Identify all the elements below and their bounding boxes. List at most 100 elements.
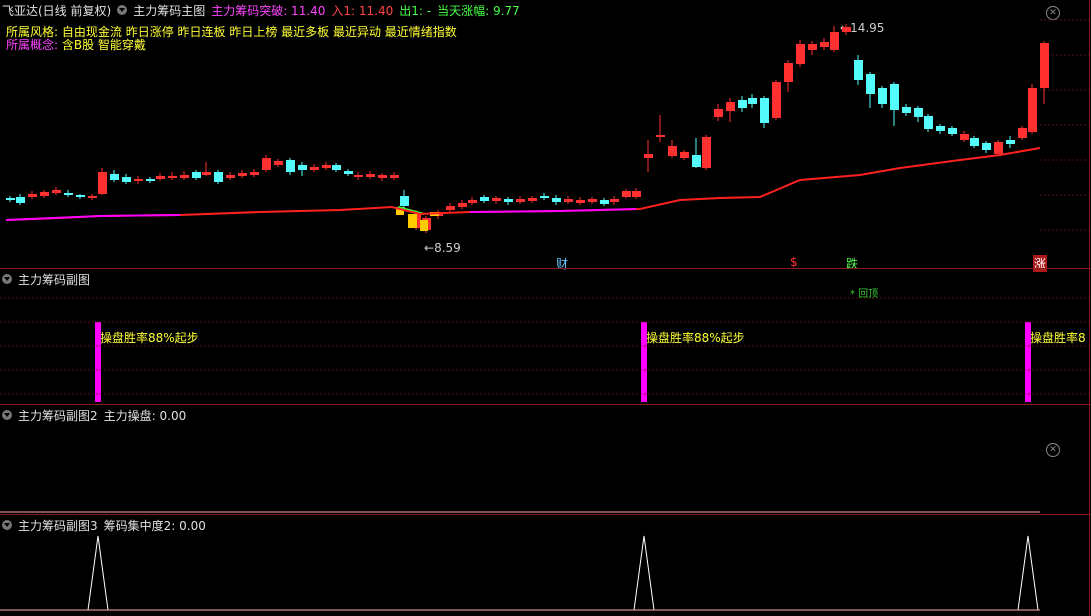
candlestick-chart xyxy=(5,19,1089,233)
candle-body xyxy=(52,190,61,193)
candle-body xyxy=(516,199,525,202)
candle-body xyxy=(286,160,295,172)
candle-body xyxy=(714,109,723,117)
highlight-candle xyxy=(408,214,417,228)
candle-body xyxy=(808,44,817,50)
chevron-down-icon[interactable] xyxy=(2,274,12,284)
candle-body xyxy=(354,175,363,177)
candle-body xyxy=(390,175,399,178)
chevron-down-icon[interactable] xyxy=(2,410,12,420)
candle-body xyxy=(76,195,85,197)
candle-body xyxy=(726,102,735,111)
candle-body xyxy=(748,98,757,104)
candle-body xyxy=(948,128,957,134)
candle-body xyxy=(262,158,271,170)
candle-body xyxy=(772,82,781,118)
sub2-panel[interactable]: 主力筹码副图2 主力操盘: 0.00 ✕ xyxy=(0,404,1091,515)
candle-body xyxy=(332,165,341,170)
candle-body xyxy=(492,198,501,201)
candle-body xyxy=(64,193,73,195)
candle-body xyxy=(784,63,793,82)
candle-body xyxy=(738,100,747,108)
candle-body xyxy=(238,173,247,176)
close-icon[interactable]: ✕ xyxy=(1046,443,1060,457)
candle-body xyxy=(960,134,969,140)
candle-body xyxy=(936,126,945,131)
sub3-title[interactable]: 主力筹码副图3 xyxy=(18,517,98,534)
candle-body xyxy=(970,138,979,146)
candle-body xyxy=(644,154,653,158)
candle-body xyxy=(1006,140,1015,144)
chevron-down-icon[interactable] xyxy=(2,520,12,530)
candle-body xyxy=(552,198,561,202)
sub1-title[interactable]: 主力筹码副图 xyxy=(18,271,90,288)
candle-body xyxy=(98,172,107,194)
candle-body xyxy=(878,88,887,104)
candle-body xyxy=(902,107,911,113)
candle-body xyxy=(564,199,573,202)
candle-body xyxy=(214,172,223,182)
signal-text-1: 操盘胜率88%起步 xyxy=(100,331,199,345)
candle-body xyxy=(632,191,641,197)
candle-body xyxy=(250,172,259,175)
candle-body xyxy=(446,206,455,210)
candle-body xyxy=(796,44,805,64)
candle-body xyxy=(1028,88,1037,132)
candle-body xyxy=(192,172,201,178)
candle-body xyxy=(400,196,409,206)
candle-body xyxy=(146,179,155,181)
candle-body xyxy=(622,191,631,197)
sub3-value: 筹码集中度2: 0.00 xyxy=(103,518,206,533)
candle-body xyxy=(298,165,307,170)
sub1-panel[interactable]: 主力筹码副图 * 回顶 操盘胜率88%起步 操盘胜率88%起步 操盘胜率8 xyxy=(0,268,1091,405)
purple-segment xyxy=(5,214,181,221)
candle-body xyxy=(6,198,15,200)
sub-marker: * 回顶 xyxy=(850,289,879,300)
candle-body xyxy=(668,146,677,156)
candle-body xyxy=(982,143,991,150)
candle-body xyxy=(480,197,489,201)
candle-body xyxy=(458,203,467,207)
candle-body xyxy=(842,27,851,32)
sub2-title[interactable]: 主力筹码副图2 xyxy=(18,407,98,424)
candle-body xyxy=(504,199,513,202)
signal-text-3: 操盘胜率8 xyxy=(1030,331,1086,345)
candle-body xyxy=(366,174,375,177)
candle-body xyxy=(854,60,863,80)
candle-body xyxy=(924,116,933,129)
candle-body xyxy=(994,142,1003,154)
candle-body xyxy=(122,177,131,182)
candle-body xyxy=(576,200,585,203)
candle-body xyxy=(914,108,923,117)
purple-segment xyxy=(469,208,637,213)
candle-body xyxy=(88,196,97,198)
candle-body xyxy=(468,200,477,203)
candle-body xyxy=(760,98,769,123)
candle-body xyxy=(202,172,211,175)
candle-body xyxy=(588,199,597,202)
candle-body xyxy=(866,74,875,94)
candle-body xyxy=(680,152,689,158)
sub2-value: 主力操盘: 0.00 xyxy=(103,408,187,423)
candle-body xyxy=(600,200,609,204)
candle-body xyxy=(322,165,331,168)
candle-body xyxy=(274,161,283,165)
sub3-panel[interactable]: 主力筹码副图3 筹码集中度2: 0.00 xyxy=(0,514,1091,616)
candle-body xyxy=(540,196,549,198)
candle-body xyxy=(110,174,119,180)
candle-body xyxy=(1018,128,1027,138)
signal-text-2: 操盘胜率88%起步 xyxy=(646,331,745,345)
candle-body xyxy=(702,137,711,168)
candle-body xyxy=(830,32,839,50)
candle-body xyxy=(344,171,353,174)
candle-body xyxy=(156,176,165,179)
candle-body xyxy=(528,198,537,201)
candle-body xyxy=(134,179,143,181)
moving-average-line xyxy=(5,147,1041,221)
candle-body xyxy=(890,84,899,110)
candle-body xyxy=(610,199,619,202)
candle-body xyxy=(820,42,829,47)
candle-body xyxy=(28,194,37,197)
candle-body xyxy=(40,192,49,196)
candle-body xyxy=(692,155,701,167)
